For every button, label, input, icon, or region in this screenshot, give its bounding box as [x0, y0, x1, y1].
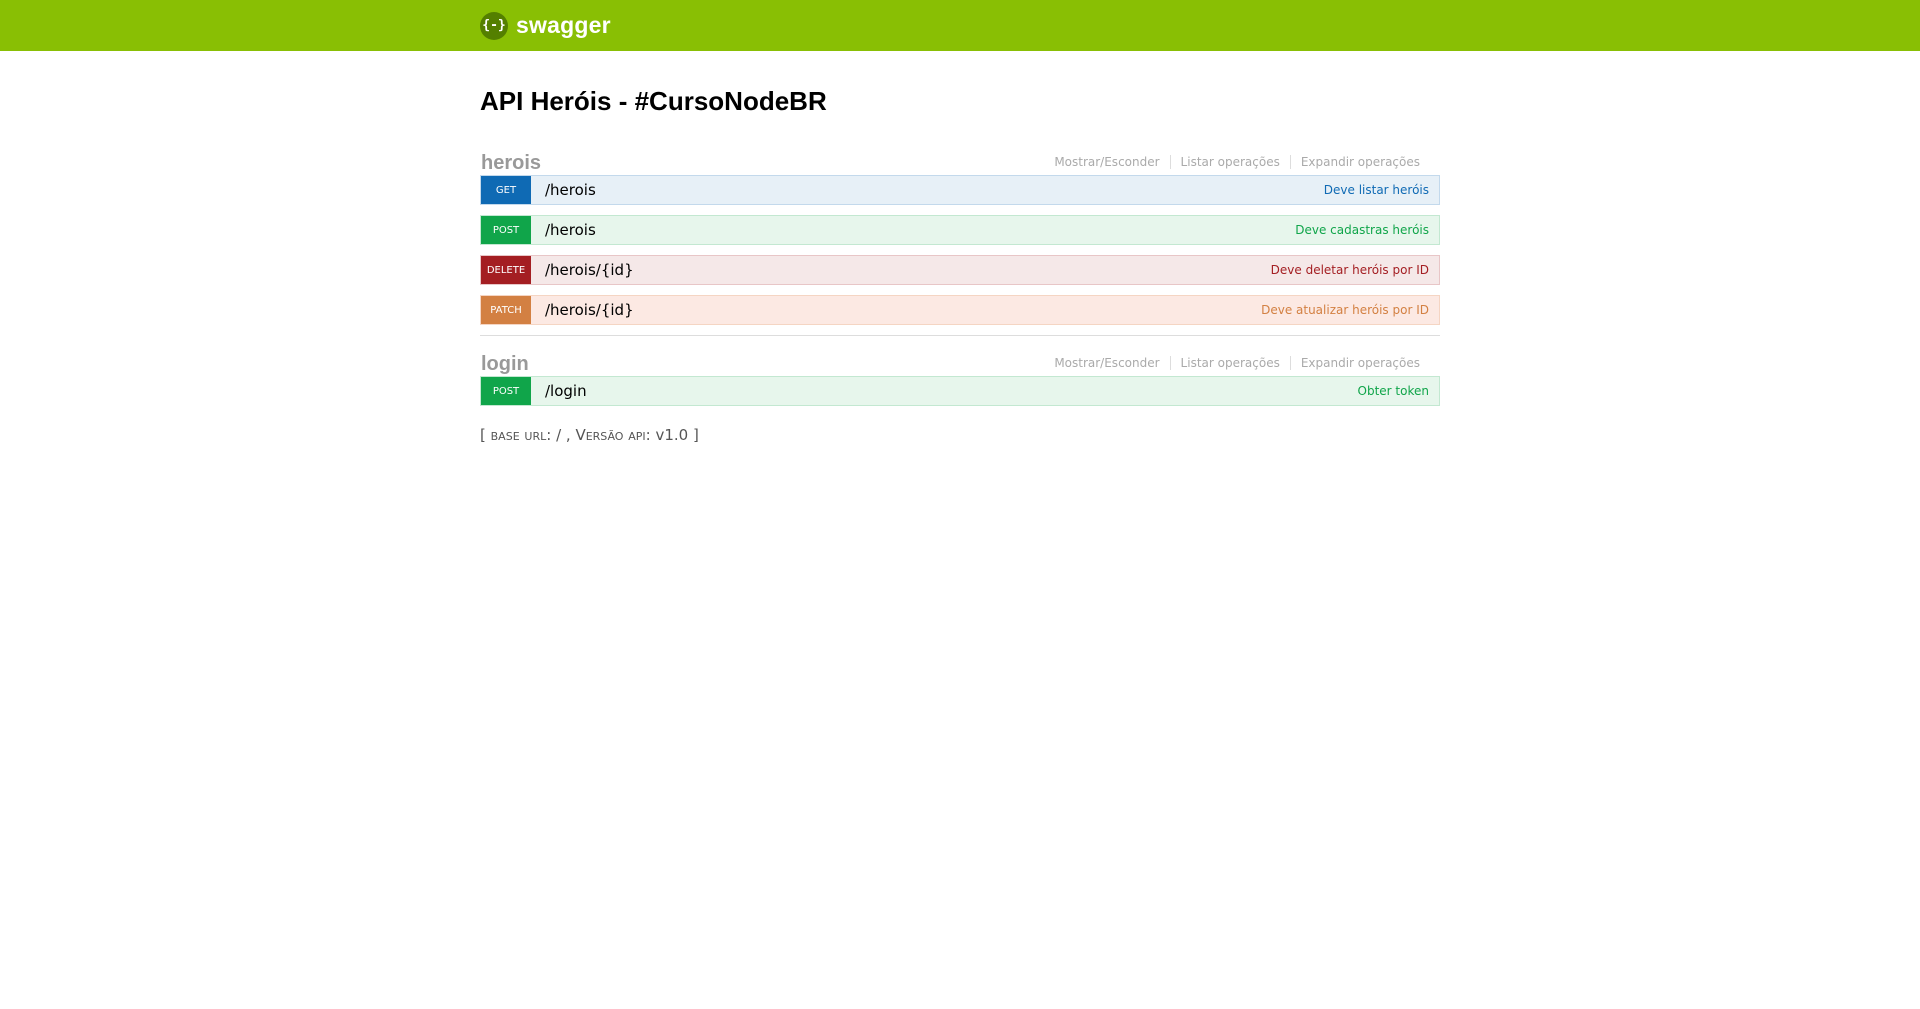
resource-herois: herois Mostrar/Esconder Listar operações…	[480, 145, 1440, 336]
operation-summary[interactable]: Deve deletar heróis por ID	[1271, 256, 1439, 284]
operation-patch-herois-id[interactable]: PATCH /herois/{id} Deve atualizar heróis…	[480, 295, 1440, 325]
footer-close-bracket: ]	[692, 426, 699, 444]
operation-post-login[interactable]: POST /login Obter token	[480, 376, 1440, 406]
api-version-value: : v1.0	[645, 426, 693, 444]
resource-links: Mostrar/Esconder Listar operações Expand…	[1044, 155, 1440, 169]
resource-login: login Mostrar/Esconder Listar operações …	[480, 346, 1440, 406]
operation-summary[interactable]: Deve atualizar heróis por ID	[1261, 296, 1439, 324]
operation-path[interactable]: /login	[531, 377, 1358, 405]
expand-operations-link[interactable]: Expandir operações	[1289, 155, 1430, 169]
resource-name-login[interactable]: login	[480, 352, 529, 376]
operation-summary[interactable]: Deve cadastras heróis	[1295, 216, 1439, 244]
resource-heading: herois Mostrar/Esconder Listar operações…	[480, 145, 1440, 175]
http-method-badge[interactable]: PATCH	[481, 296, 531, 324]
operation-delete-herois-id[interactable]: DELETE /herois/{id} Deve deletar heróis …	[480, 255, 1440, 285]
operation-path[interactable]: /herois	[531, 176, 1324, 204]
api-version-label: Versão api	[575, 426, 646, 444]
show-hide-link[interactable]: Mostrar/Esconder	[1044, 356, 1169, 370]
http-method-badge[interactable]: DELETE	[481, 256, 531, 284]
list-operations-link[interactable]: Listar operações	[1169, 155, 1290, 169]
resource-heading: login Mostrar/Esconder Listar operações …	[480, 346, 1440, 376]
footer-open-bracket: [	[480, 426, 486, 444]
resource-links: Mostrar/Esconder Listar operações Expand…	[1044, 356, 1440, 370]
resource-name-herois[interactable]: herois	[480, 151, 541, 175]
operation-path[interactable]: /herois/{id}	[531, 296, 1261, 324]
base-url-label: base url	[490, 426, 547, 444]
http-method-badge[interactable]: POST	[481, 216, 531, 244]
expand-operations-link[interactable]: Expandir operações	[1289, 356, 1430, 370]
api-title: API Heróis - #CursoNodeBR	[480, 86, 827, 116]
swagger-logo[interactable]: {-} swagger	[480, 11, 611, 40]
swagger-logo-icon: {-}	[480, 11, 508, 40]
api-info-footer: [ base url: / , Versão api: v1.0 ]	[480, 426, 1440, 444]
list-operations-link[interactable]: Listar operações	[1169, 356, 1290, 370]
operation-summary[interactable]: Deve listar heróis	[1324, 176, 1439, 204]
operation-get-herois[interactable]: GET /herois Deve listar heróis	[480, 175, 1440, 205]
http-method-badge[interactable]: GET	[481, 176, 531, 204]
top-bar: {-} swagger	[0, 0, 1920, 51]
main-content: API Heróis - #CursoNodeBR herois Mostrar…	[480, 51, 1440, 444]
operation-summary[interactable]: Obter token	[1358, 377, 1439, 405]
operation-post-herois[interactable]: POST /herois Deve cadastras heróis	[480, 215, 1440, 245]
swagger-logo-text: swagger	[516, 12, 611, 38]
show-hide-link[interactable]: Mostrar/Esconder	[1044, 155, 1169, 169]
operation-path[interactable]: /herois	[531, 216, 1295, 244]
operation-path[interactable]: /herois/{id}	[531, 256, 1271, 284]
resource-divider	[480, 335, 1440, 336]
http-method-badge[interactable]: POST	[481, 377, 531, 405]
base-url-value: : / ,	[546, 426, 576, 444]
